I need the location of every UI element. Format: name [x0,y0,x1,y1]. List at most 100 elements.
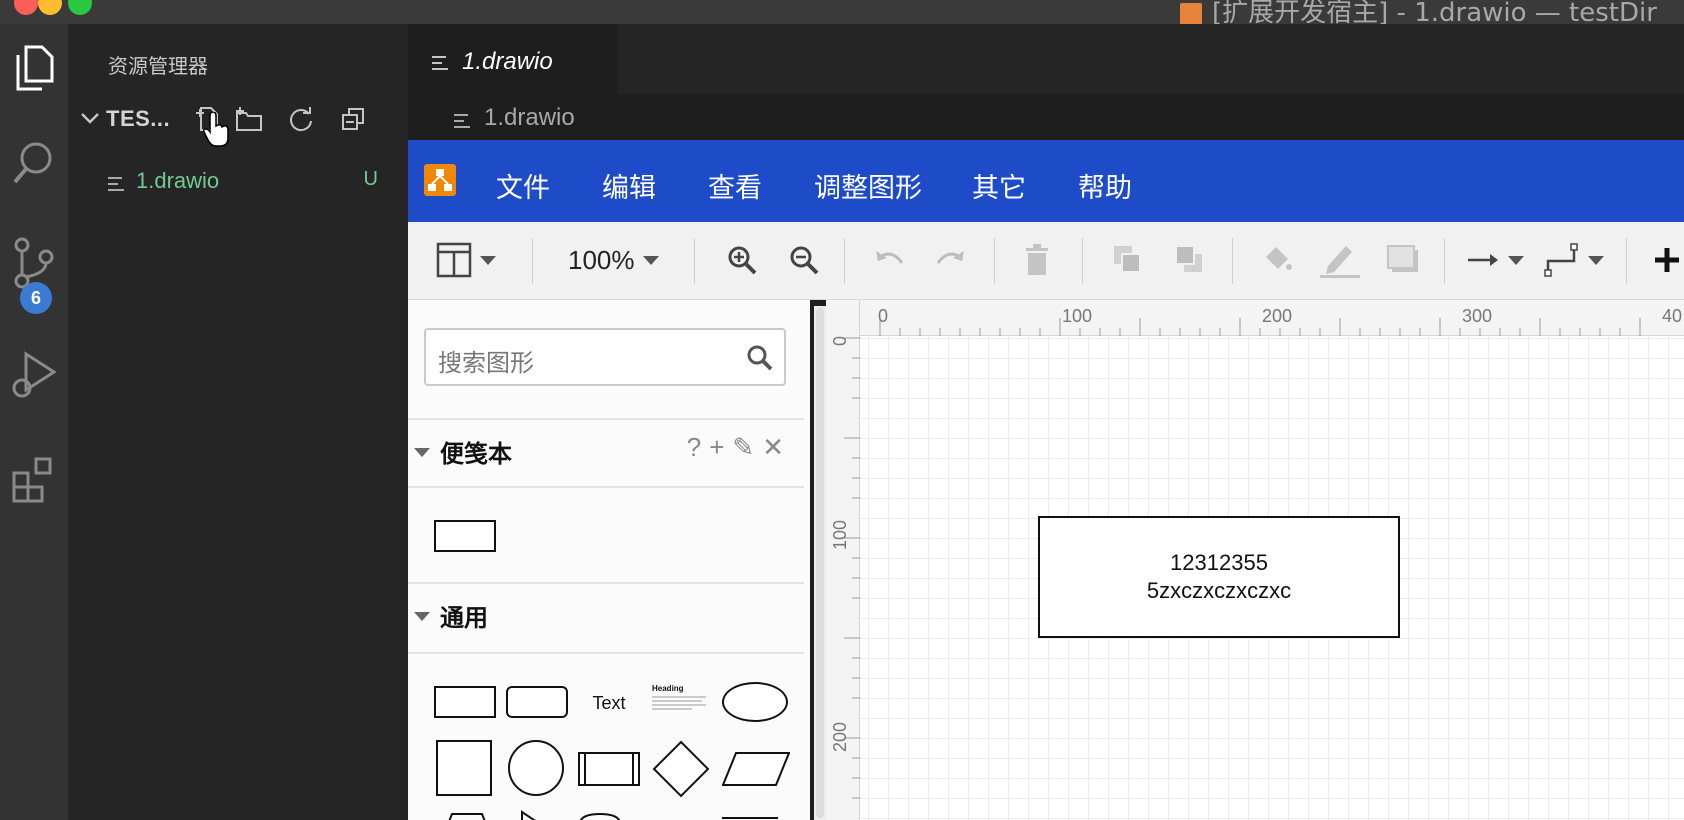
menu-edit[interactable]: 编辑 [602,166,656,205]
redo-button[interactable] [934,240,968,280]
ruler-label: 0 [830,335,850,346]
app-window: [扩展开发宿主] - 1.drawio — testDir 6 资源管理器 TE… [0,0,1684,820]
breadcrumb-file[interactable]: 1.drawio [484,104,575,132]
search-placeholder: 搜索图形 [438,349,534,377]
workspace-folder-name: TES... [106,106,171,131]
file-lines-icon [432,56,448,70]
heading-shape[interactable]: Heading [652,684,714,720]
ruler-label: 200 [830,721,850,752]
general-header[interactable]: 通用 [408,584,804,644]
git-status-badge: U [363,168,378,190]
to-front-button[interactable] [1112,240,1144,280]
scratchpad-shape[interactable] [434,520,496,552]
rounded-rectangle-shape[interactable] [506,686,568,718]
chevron-down-icon[interactable] [78,106,102,130]
paragraph-lines-icon [652,696,706,710]
tab-1-drawio[interactable]: 1.drawio [408,24,618,94]
file-lines-icon [454,114,470,128]
scratchpad-header[interactable]: 便笺本 ? + ✎ ✕ [408,420,804,480]
waypoints-button[interactable] [1544,240,1604,280]
menu-arrange[interactable]: 调整图形 [814,166,922,205]
trash-icon [1026,244,1048,275]
edit-icon[interactable]: ✎ [732,432,754,463]
menu-view[interactable]: 查看 [708,166,762,205]
view-panels-button[interactable] [436,240,496,280]
diamond-shape[interactable] [652,740,710,798]
chevron-down-icon [480,255,496,265]
connection-style-button[interactable] [1466,240,1524,280]
refresh-icon [290,107,312,132]
menu-help[interactable]: 帮助 [1078,166,1132,205]
horizontal-ruler: 0 100 200 300 40 [826,300,1684,336]
ruler-label: 100 [830,519,850,550]
explorer-sidebar: 资源管理器 TES... 1.drawio U [68,24,408,820]
diagram-rectangle[interactable]: 12312355 5zxczxczxczxc [1038,516,1400,638]
vertical-ruler: 0 100 200 [826,300,860,820]
menu-extras[interactable]: 其它 [972,166,1026,205]
title-bar: [扩展开发宿主] - 1.drawio — testDir [0,0,1684,28]
panel-scrollbar[interactable] [814,306,826,820]
drawio-toolbar: 100% [408,222,1684,300]
diagram-text-line: 5zxczxczxczxc [1146,578,1292,603]
search-activity[interactable] [0,129,68,197]
zoom-dropdown[interactable]: 100% [568,240,659,280]
run-debug-icon [12,351,56,398]
line-color-button[interactable] [1320,240,1360,280]
collapse-all-icon [342,108,364,130]
editor-tab-bar: 1.drawio [408,24,1684,94]
add-icon[interactable]: + [709,432,724,463]
menu-file[interactable]: 文件 [496,166,550,205]
fill-color-button[interactable] [1260,240,1294,280]
run-debug-activity[interactable] [0,339,68,407]
ellipse-shape[interactable] [722,682,788,722]
zoom-in-button[interactable] [726,240,758,280]
zoom-out-button[interactable] [788,240,820,280]
to-back-button[interactable] [1174,240,1206,280]
file-tree-item[interactable]: 1.drawio U [68,164,408,202]
ruler-label: 40 [1662,306,1683,326]
square-shape[interactable] [436,740,492,796]
undo-button[interactable] [872,240,906,280]
new-folder-button[interactable] [234,104,264,134]
panel-scrollbar-thumb[interactable] [816,308,824,818]
to-front-icon [1114,246,1141,273]
diagram-text-line: 12312355 [1170,550,1268,575]
workspace-folder-header[interactable]: TES... [68,96,408,147]
help-icon[interactable]: ? [687,432,701,463]
redo-icon [936,251,964,264]
chevron-down-icon [1588,255,1604,265]
chevron-down-icon [642,255,659,265]
zoom-in-icon [728,246,757,275]
search-icon [13,142,52,184]
extensions-activity[interactable] [0,444,68,512]
minimize-window-button[interactable] [38,0,62,15]
text-shape[interactable]: Text [578,688,640,718]
close-window-button[interactable] [14,0,38,15]
process-shape[interactable] [578,752,640,786]
tab-label: 1.drawio [462,48,553,75]
ruler-label: 100 [1062,306,1093,326]
drawio-logo-icon [424,164,456,196]
zoom-window-button[interactable] [68,0,92,15]
ruler-label: 200 [1262,306,1293,326]
circle-shape[interactable] [508,740,564,796]
shadow-button[interactable] [1386,240,1420,280]
search-icon[interactable] [746,344,774,372]
chevron-down-icon [1508,255,1524,265]
waypoints-icon [1544,243,1578,277]
explorer-title: 资源管理器 [108,56,208,78]
rectangle-shape[interactable] [434,686,496,718]
explorer-activity[interactable] [0,34,68,102]
search-shapes-input[interactable]: 搜索图形 [424,328,786,386]
insert-button[interactable] [1652,240,1682,280]
parallelogram-shape[interactable] [722,752,790,786]
close-icon[interactable]: ✕ [762,432,784,463]
extensions-icon [12,457,52,503]
zoom-out-icon [790,246,819,275]
delete-button[interactable] [1022,240,1052,280]
collapse-all-button[interactable] [338,104,368,134]
refresh-button[interactable] [286,104,316,134]
zoom-level: 100% [568,244,635,275]
to-back-icon [1175,245,1202,272]
drawio-menubar: 文件 编辑 查看 调整图形 其它 帮助 [408,140,1684,222]
